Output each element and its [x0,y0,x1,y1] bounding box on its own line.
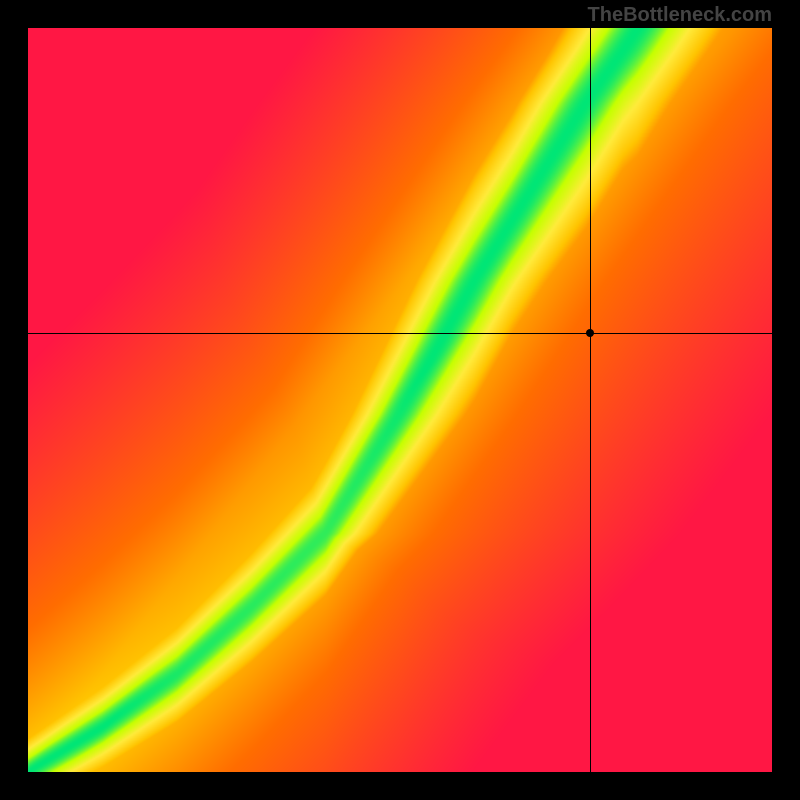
bottleneck-heatmap [28,28,772,772]
heatmap-canvas [28,28,772,772]
marker-point [586,329,594,337]
watermark-text: TheBottleneck.com [588,4,772,27]
crosshair-horizontal [28,333,772,334]
crosshair-vertical [590,28,591,772]
